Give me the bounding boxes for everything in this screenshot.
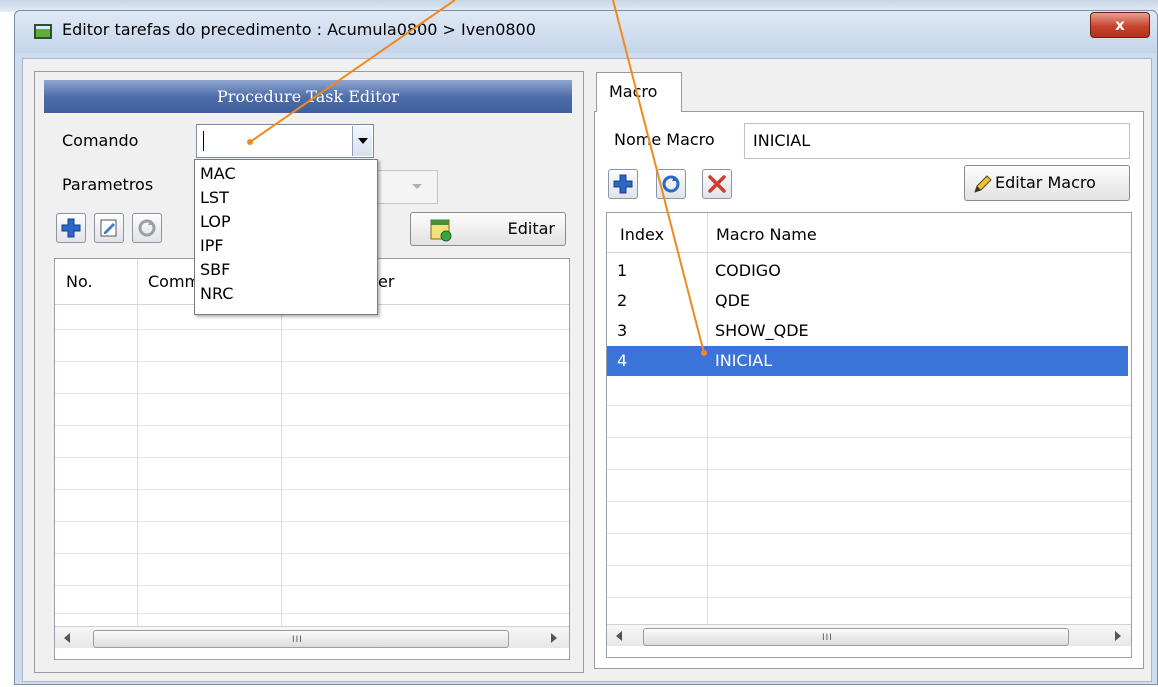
window-title: Editor tarefas do precedimento : Acumula… [62, 20, 536, 39]
scroll-left-icon[interactable] [64, 633, 70, 643]
dropdown-option-nrc[interactable]: NRC [200, 284, 233, 304]
row-line [55, 457, 569, 458]
row-macro-name: SHOW_QDE [715, 321, 809, 340]
delete-x-icon [708, 175, 726, 193]
row-line [55, 329, 569, 330]
row-line [607, 437, 1131, 438]
dropdown-option-lst[interactable]: LST [200, 188, 229, 208]
task-table[interactable] [54, 258, 570, 660]
pencil-icon [974, 175, 992, 193]
scroll-right-icon[interactable] [1115, 631, 1121, 641]
close-button[interactable]: x [1090, 12, 1150, 38]
column-divider [137, 259, 138, 637]
add-macro-button[interactable] [608, 169, 638, 199]
table-row-selected[interactable]: 4 INICIAL [607, 346, 1128, 376]
row-line [607, 469, 1131, 470]
task-table-horizontal-scrollbar[interactable]: III [55, 626, 569, 648]
row-line [607, 501, 1131, 502]
row-line [55, 553, 569, 554]
row-line [55, 613, 569, 614]
scrollbar-thumb[interactable]: III [643, 628, 1069, 646]
calendar-edit-icon [430, 219, 452, 242]
delete-macro-button[interactable] [702, 169, 732, 199]
row-line [607, 597, 1131, 598]
row-line [55, 489, 569, 490]
row-line [607, 405, 1131, 406]
dropdown-option-mac[interactable]: MAC [200, 164, 236, 184]
macro-table-horizontal-scrollbar[interactable]: III [607, 624, 1131, 646]
row-line [55, 521, 569, 522]
comando-label: Comando [62, 131, 139, 150]
refresh-icon [138, 219, 156, 237]
scrollbar-grip: III [822, 633, 833, 643]
row-index: 2 [617, 291, 628, 310]
scroll-right-icon[interactable] [551, 633, 557, 643]
editar-macro-button[interactable]: Editar Macro [964, 165, 1130, 201]
plus-icon [613, 174, 633, 194]
tab-macro-label: Macro [609, 82, 658, 101]
row-line [55, 361, 569, 362]
comando-dropdown-list[interactable]: MAC LST LOP IPF SBF NRC [194, 159, 378, 315]
parametros-chevron-icon [412, 184, 422, 189]
comando-dropdown-button[interactable] [352, 126, 372, 156]
row-index: 1 [617, 261, 628, 280]
scrollbar-grip: III [292, 635, 303, 645]
column-header-parameter[interactable]: er [378, 272, 394, 291]
row-line [607, 533, 1131, 534]
edit-task-button[interactable] [94, 213, 124, 243]
refresh-icon [662, 175, 680, 193]
macro-table-header [607, 213, 1131, 253]
row-line [55, 425, 569, 426]
column-header-index[interactable]: Index [620, 225, 664, 244]
scroll-left-icon[interactable] [616, 631, 622, 641]
nome-macro-input[interactable]: INICIAL [744, 123, 1130, 159]
edit-document-icon [100, 219, 117, 237]
row-index: 3 [617, 321, 628, 340]
row-line [607, 565, 1131, 566]
plus-icon [61, 218, 81, 238]
parametros-label: Parametros [62, 175, 154, 194]
row-macro-name: CODIGO [715, 261, 781, 280]
dropdown-option-ipf[interactable]: IPF [200, 236, 224, 256]
table-row[interactable]: 1 CODIGO [607, 256, 1128, 286]
refresh-task-button[interactable] [132, 213, 162, 243]
add-task-button[interactable] [56, 213, 86, 243]
row-index: 4 [617, 351, 628, 370]
dropdown-option-sbf[interactable]: SBF [200, 260, 230, 280]
procedure-task-editor-header: Procedure Task Editor [44, 80, 572, 113]
refresh-macro-button[interactable] [656, 169, 686, 199]
row-macro-name: INICIAL [715, 351, 773, 370]
chevron-down-icon [358, 138, 368, 144]
editar-label: Editar [507, 219, 555, 238]
row-line [55, 393, 569, 394]
row-line [55, 585, 569, 586]
dropdown-option-lop[interactable]: LOP [200, 212, 231, 232]
app-icon [34, 24, 52, 39]
editar-button[interactable]: Editar [410, 212, 566, 246]
column-header-macro-name[interactable]: Macro Name [716, 225, 817, 244]
tab-macro[interactable]: Macro [596, 72, 682, 112]
comando-combobox[interactable] [196, 124, 374, 158]
nome-macro-label: Nome Macro [614, 130, 715, 149]
column-divider [281, 259, 282, 637]
editar-macro-label: Editar Macro [995, 173, 1096, 192]
scrollbar-thumb[interactable]: III [93, 630, 509, 648]
column-header-no[interactable]: No. [66, 272, 93, 291]
text-caret [203, 131, 204, 151]
nome-macro-value: INICIAL [753, 131, 811, 150]
parametros-combobox[interactable] [374, 170, 438, 204]
table-row[interactable]: 3 SHOW_QDE [607, 316, 1128, 346]
table-row[interactable]: 2 QDE [607, 286, 1128, 316]
row-macro-name: QDE [715, 291, 751, 310]
column-header-comm[interactable]: Comm [148, 272, 200, 291]
